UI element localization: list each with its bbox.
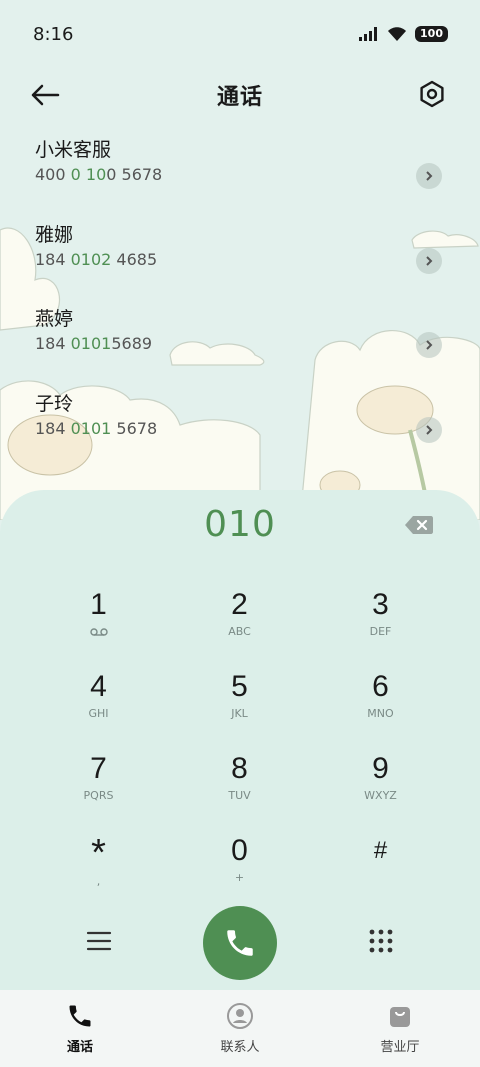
nav-label: 联系人: [220, 1040, 260, 1055]
nav-store[interactable]: 营业厅: [320, 990, 480, 1067]
chevron-right-icon[interactable]: [416, 163, 442, 189]
menu-button[interactable]: [86, 928, 112, 954]
nav-contacts[interactable]: 联系人: [160, 990, 320, 1067]
chevron-right-icon[interactable]: [416, 332, 442, 358]
app-bar: 通话: [0, 68, 480, 122]
dialer-panel: 010 1 2 ABC 3 DEF 4 GHI 5 JKL 6 MNO 7 PQ…: [0, 490, 480, 990]
suggestion-number: 400 0 100 5678: [35, 165, 163, 184]
bottom-nav: 通话 联系人 营业厅: [0, 990, 480, 1067]
key-7[interactable]: 7 PQRS: [28, 744, 169, 826]
nav-label: 营业厅: [380, 1040, 420, 1055]
voicemail-icon: [89, 628, 108, 636]
key-1[interactable]: 1: [28, 580, 169, 662]
keypad-toggle-button[interactable]: [368, 928, 394, 954]
suggestion-number: 184 0101 5678: [35, 418, 158, 438]
suggestion-name: 子玲: [35, 392, 74, 415]
suggestion-item[interactable]: 子玲 184 0101 5678: [0, 391, 480, 476]
key-4[interactable]: 4 GHI: [28, 662, 169, 744]
suggestion-name: 雅娜: [35, 223, 74, 246]
chevron-right-icon[interactable]: [416, 416, 442, 443]
backspace-button[interactable]: [404, 514, 434, 536]
key-6[interactable]: 6 MNO: [310, 662, 451, 744]
nav-label: 通话: [66, 1040, 93, 1055]
call-button[interactable]: [203, 906, 277, 980]
key-2[interactable]: 2 ABC: [169, 580, 310, 662]
dial-actions: [0, 904, 480, 980]
suggestion-item[interactable]: 雅娜 184 0102 4685: [0, 222, 480, 307]
key-9[interactable]: 9 WXYZ: [310, 744, 451, 826]
wifi-icon: [388, 27, 407, 41]
page-title: 通话: [216, 85, 263, 110]
suggestion-number: 184 0102 4685: [35, 249, 158, 269]
contacts-icon: [227, 1003, 253, 1029]
signal-icon: [359, 27, 378, 41]
status-icons: 100: [359, 26, 448, 42]
gear-icon: [420, 80, 444, 108]
chevron-right-icon[interactable]: [416, 247, 442, 274]
status-time: 8:16: [33, 23, 74, 45]
back-button[interactable]: [30, 80, 64, 110]
key-3[interactable]: 3 DEF: [310, 580, 451, 662]
keypad: 1 2 ABC 3 DEF 4 GHI 5 JKL 6 MNO 7 PQRS 8…: [28, 580, 452, 908]
suggestion-name: 燕婷: [35, 308, 74, 330]
nav-calls[interactable]: 通话: [0, 990, 160, 1067]
settings-button[interactable]: [418, 80, 448, 110]
suggestion-number: 184 01015689: [35, 334, 153, 353]
key-0[interactable]: 0 +: [169, 826, 310, 908]
hamburger-icon: [86, 931, 112, 951]
arrow-left-icon: [31, 84, 60, 106]
suggestion-item[interactable]: 小米客服 400 0 100 5678: [0, 137, 480, 222]
key-5[interactable]: 5 JKL: [169, 662, 310, 744]
keypad-grid-icon: [369, 929, 393, 953]
contact-suggestions: 小米客服 400 0 100 5678 雅娜 184 0102 4685 燕婷 …: [0, 137, 480, 475]
key-star[interactable]: * ,: [28, 826, 169, 908]
status-bar: 8:16 100: [0, 0, 480, 68]
suggestion-item[interactable]: 燕婷 184 01015689: [0, 306, 480, 391]
key-hash[interactable]: #: [310, 826, 451, 908]
suggestion-name: 小米客服: [35, 139, 112, 161]
backspace-icon: [405, 516, 433, 534]
phone-icon: [227, 930, 253, 956]
battery-indicator: 100: [415, 26, 448, 42]
key-8[interactable]: 8 TUV: [169, 744, 310, 826]
shopping-bag-icon: [390, 1007, 410, 1027]
phone-icon: [69, 1005, 91, 1027]
